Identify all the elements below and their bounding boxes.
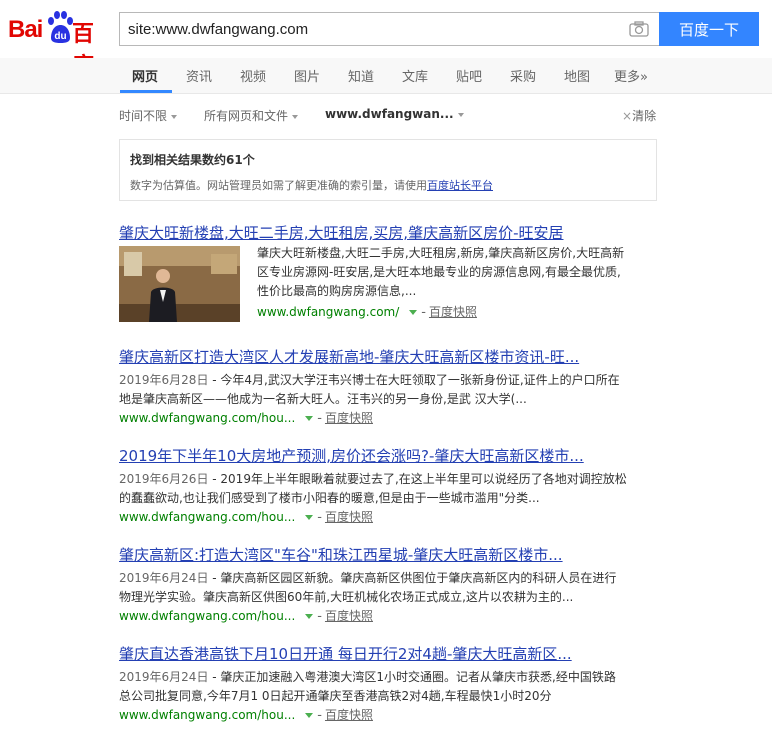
result-count: 找到相关结果数约61个 xyxy=(130,153,255,167)
filter-filetype[interactable]: 所有网页和文件 xyxy=(204,107,299,124)
search-filters: 时间不限 所有网页和文件 www.dwfangwan... ×清除 xyxy=(0,104,772,126)
tab-map[interactable]: 地图 xyxy=(564,66,590,85)
result-date: 2019年6月28日 xyxy=(119,373,209,387)
snapshot-link[interactable]: 百度快照 xyxy=(325,609,373,623)
result-abstract: 2019年6月24日 - 肇庆正加速融入粤港澳大湾区1小时交通圈。记者从肇庆市获… xyxy=(119,670,616,703)
result-date: 2019年6月24日 xyxy=(119,670,209,684)
search-box xyxy=(119,12,659,46)
search-result: 肇庆直达香港高铁下月10日开通 每日开行2对4趟-肇庆大旺高新区... 2019… xyxy=(119,643,659,723)
search-result: 肇庆高新区打造大湾区人才发展新高地-肇庆大旺高新区楼市资讯-旺... 2019年… xyxy=(119,346,659,426)
camera-icon[interactable] xyxy=(629,21,649,37)
result-title-link[interactable]: 肇庆高新区:打造大湾区"车谷"和珠江西星城-肇庆大旺高新区楼市... xyxy=(119,544,659,565)
search-result: 肇庆高新区:打造大湾区"车谷"和珠江西星城-肇庆大旺高新区楼市... 2019年… xyxy=(119,544,659,624)
result-url: www.dwfangwang.com/ xyxy=(257,305,400,319)
result-title-link[interactable]: 肇庆高新区打造大湾区人才发展新高地-肇庆大旺高新区楼市资讯-旺... xyxy=(119,346,659,367)
result-url: www.dwfangwang.com/hou... xyxy=(119,510,296,524)
search-result: 肇庆大旺新楼盘,大旺二手房,大旺租房,买房,肇庆高新区房价-旺安居 肇庆大旺新楼… xyxy=(119,222,659,322)
search-input[interactable] xyxy=(120,13,620,45)
result-thumbnail[interactable] xyxy=(119,246,240,322)
baidu-logo[interactable]: Bai du 百度 xyxy=(8,8,112,79)
chevron-down-icon xyxy=(171,114,178,119)
index-note: 数字为估算值。网站管理员如需了解更准确的索引量，请使用百度站长平台 xyxy=(130,179,493,192)
logo-text-bai: Bai xyxy=(8,16,43,43)
chevron-down-icon xyxy=(292,114,299,119)
result-url: www.dwfangwang.com/hou... xyxy=(119,609,296,623)
tab-wenku[interactable]: 文库 xyxy=(402,66,428,85)
result-meta: www.dwfangwang.com/hou... - 百度快照 xyxy=(119,510,373,525)
chevron-down-icon[interactable] xyxy=(305,614,314,619)
filter-time[interactable]: 时间不限 xyxy=(119,107,178,124)
tab-purchase[interactable]: 采购 xyxy=(510,66,536,85)
result-count-box: 找到相关结果数约61个 数字为估算值。网站管理员如需了解更准确的索引量，请使用百… xyxy=(119,139,657,201)
result-meta: www.dwfangwang.com/hou... - 百度快照 xyxy=(119,708,373,723)
vertical-tabs: 网页 资讯 视频 图片 知道 文库 贴吧 采购 地图 更多» xyxy=(0,58,772,94)
snapshot-link[interactable]: 百度快照 xyxy=(429,305,477,319)
result-date: 2019年6月24日 xyxy=(119,571,209,585)
tab-images[interactable]: 图片 xyxy=(294,66,320,85)
header: Bai du 百度 百度一下 xyxy=(0,0,772,79)
result-abstract: 2019年6月26日 - 2019年上半年眼瞅着就要过去了,在这上半年里可以说经… xyxy=(119,472,627,505)
search-result: 2019年下半年10大房地产预测,房价还会涨吗?-肇庆大旺高新区楼市... 20… xyxy=(119,445,659,525)
chevron-down-icon xyxy=(457,112,464,117)
snapshot-link[interactable]: 百度快照 xyxy=(325,411,373,425)
result-abstract: 肇庆大旺新楼盘,大旺二手房,大旺租房,新房,肇庆高新区房价,大旺高新 区专业房源… xyxy=(257,246,625,298)
tab-web[interactable]: 网页 xyxy=(132,66,158,85)
result-url: www.dwfangwang.com/hou... xyxy=(119,708,296,722)
snapshot-link[interactable]: 百度快照 xyxy=(325,708,373,722)
tab-more[interactable]: 更多» xyxy=(614,66,648,85)
result-title-link[interactable]: 肇庆大旺新楼盘,大旺二手房,大旺租房,买房,肇庆高新区房价-旺安居 xyxy=(119,222,659,243)
tab-video[interactable]: 视频 xyxy=(240,66,266,85)
result-meta: www.dwfangwang.com/hou... - 百度快照 xyxy=(119,609,373,624)
snapshot-link[interactable]: 百度快照 xyxy=(325,510,373,524)
chevron-down-icon[interactable] xyxy=(409,310,418,315)
result-abstract: 2019年6月24日 - 肇庆高新区园区新貌。肇庆高新区供图位于肇庆高新区内的科… xyxy=(119,571,617,604)
close-icon: × xyxy=(622,109,633,123)
result-body: 肇庆大旺新楼盘,大旺二手房,大旺租房,新房,肇庆高新区房价,大旺高新 区专业房源… xyxy=(257,244,659,320)
result-title-link[interactable]: 肇庆直达香港高铁下月10日开通 每日开行2对4趟-肇庆大旺高新区... xyxy=(119,643,659,664)
result-meta: www.dwfangwang.com/- 百度快照 xyxy=(257,305,477,320)
result-date: 2019年6月26日 xyxy=(119,472,209,486)
webmaster-platform-link[interactable]: 百度站长平台 xyxy=(427,179,493,192)
svg-text:du: du xyxy=(54,31,66,42)
baidu-paw-icon: du xyxy=(48,11,73,43)
tab-news[interactable]: 资讯 xyxy=(186,66,212,85)
clear-filters-button[interactable]: ×清除 xyxy=(622,107,656,124)
result-title-link[interactable]: 2019年下半年10大房地产预测,房价还会涨吗?-肇庆大旺高新区楼市... xyxy=(119,445,659,466)
tab-tieba[interactable]: 贴吧 xyxy=(456,66,482,85)
search-button[interactable]: 百度一下 xyxy=(659,12,759,46)
result-url: www.dwfangwang.com/hou... xyxy=(119,411,296,425)
chevron-down-icon[interactable] xyxy=(305,416,314,421)
result-meta: www.dwfangwang.com/hou... - 百度快照 xyxy=(119,411,373,426)
chevron-down-icon[interactable] xyxy=(305,713,314,718)
active-tab-indicator xyxy=(120,90,172,93)
tab-zhidao[interactable]: 知道 xyxy=(348,66,374,85)
result-abstract: 2019年6月28日 - 今年4月,武汉大学汪韦兴博士在大旺领取了一张新身份证,… xyxy=(119,373,620,406)
chevron-down-icon[interactable] xyxy=(305,515,314,520)
filter-site[interactable]: www.dwfangwan... xyxy=(325,107,464,121)
